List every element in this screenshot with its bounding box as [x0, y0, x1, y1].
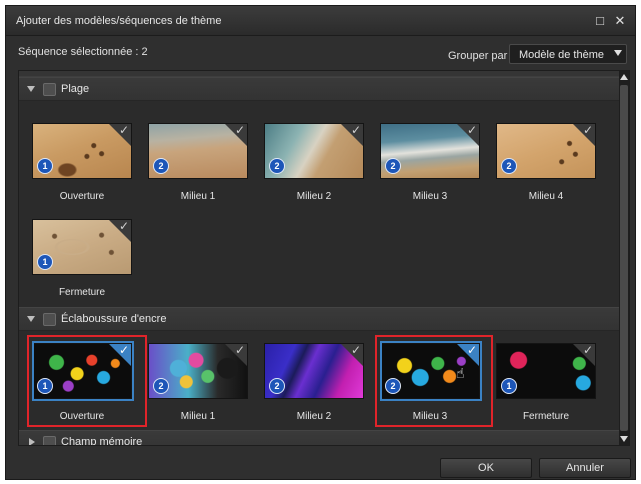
- group-by-value: Modèle de thème: [519, 49, 604, 61]
- item-label: Ouverture: [59, 191, 105, 202]
- section-header-plage[interactable]: Plage: [19, 77, 621, 101]
- check-icon: ✓: [582, 343, 593, 357]
- section-header-ink-splash[interactable]: Éclaboussure d'encre: [19, 307, 621, 331]
- thumbnail[interactable]: ✓ 2: [264, 343, 364, 399]
- sequence-count-badge: 2: [385, 158, 401, 174]
- check-icon: ✓: [234, 123, 245, 137]
- scroll-down-icon[interactable]: [620, 436, 628, 442]
- sequence-count-badge: 1: [37, 254, 53, 270]
- item-label: Milieu 1: [180, 411, 216, 422]
- thumbnail[interactable]: ✓ 2: [496, 123, 596, 179]
- cancel-button[interactable]: Annuler: [539, 458, 631, 478]
- section-checkbox-ink-splash[interactable]: [43, 313, 56, 326]
- theme-item-ink-fermeture[interactable]: ✓ 1 Fermeture: [493, 343, 599, 439]
- theme-dialog: Ajouter des modèles/séquences de thème □…: [5, 5, 636, 480]
- theme-item-ink-milieu-2[interactable]: ✓ 2 Milieu 2: [261, 343, 367, 439]
- group-by-label: Grouper par :: [448, 50, 514, 62]
- check-icon: ✓: [234, 343, 245, 357]
- ok-button[interactable]: OK: [440, 458, 532, 478]
- theme-item-plage-milieu-2[interactable]: ✓ 2 Milieu 2: [261, 123, 367, 219]
- item-label: Fermeture: [522, 411, 570, 422]
- check-icon: ✓: [350, 123, 361, 137]
- check-icon: ✓: [466, 123, 477, 137]
- item-label: Milieu 1: [180, 191, 216, 202]
- group-by-select[interactable]: Modèle de thème: [509, 44, 627, 64]
- theme-item-plage-milieu-4[interactable]: ✓ 2 Milieu 4: [493, 123, 599, 219]
- thumbnail[interactable]: ✓ 2: [148, 343, 248, 399]
- thumbnail[interactable]: ✓ 1: [32, 219, 132, 275]
- scroll-up-icon[interactable]: [620, 74, 628, 80]
- item-label: Fermeture: [58, 287, 106, 298]
- thumbnail[interactable]: ✓ 2: [264, 123, 364, 179]
- sequence-count-badge: 2: [153, 378, 169, 394]
- theme-item-plage-ouverture[interactable]: ✓ 1 Ouverture: [29, 123, 135, 219]
- section-title: Éclaboussure d'encre: [61, 313, 167, 325]
- item-label: Milieu 2: [296, 411, 332, 422]
- expand-arrow-icon[interactable]: [29, 438, 35, 445]
- sequence-count-badge: 2: [269, 158, 285, 174]
- sequence-count-badge: 1: [37, 158, 53, 174]
- section-title: Champ mémoire: [61, 436, 143, 446]
- theme-item-ink-milieu-1[interactable]: ✓ 2 Milieu 1: [145, 343, 251, 439]
- selected-count-label: Séquence sélectionnée : 2: [18, 46, 148, 58]
- title-bar: Ajouter des modèles/séquences de thème □…: [6, 6, 635, 36]
- maximize-icon[interactable]: □: [592, 13, 608, 29]
- hand-cursor-icon: ☝: [456, 365, 465, 381]
- theme-item-plage-fermeture[interactable]: ✓ 1 Fermeture: [29, 219, 135, 315]
- section-title: Plage: [61, 83, 90, 95]
- item-label: Milieu 2: [296, 191, 332, 202]
- check-icon: ✓: [582, 123, 593, 137]
- sequence-count-badge: 1: [501, 378, 517, 394]
- section-checkbox-memory-field[interactable]: [43, 436, 56, 445]
- theme-item-plage-milieu-1[interactable]: ✓ 2 Milieu 1: [145, 123, 251, 219]
- scroll-thumb[interactable]: [620, 85, 628, 431]
- vertical-scrollbar[interactable]: [619, 71, 629, 445]
- thumbnail[interactable]: ✓ 1: [496, 343, 596, 399]
- highlight-box: [375, 335, 493, 427]
- window-title: Ajouter des modèles/séquences de thème: [16, 15, 222, 27]
- thumbnail[interactable]: ✓ 2: [148, 123, 248, 179]
- item-label: Milieu 4: [528, 191, 564, 202]
- theme-item-plage-milieu-3[interactable]: ✓ 2 Milieu 3: [377, 123, 483, 219]
- thumbnail[interactable]: ✓ 2: [380, 123, 480, 179]
- check-icon: ✓: [118, 219, 129, 233]
- item-label: Milieu 3: [412, 191, 448, 202]
- check-icon: ✓: [118, 123, 129, 137]
- section-checkbox-plage[interactable]: [43, 83, 56, 96]
- theme-list[interactable]: Plage ✓ 1 Ouverture ✓ 2 Milieu 1 ✓ 2 Mil…: [18, 70, 630, 446]
- close-icon[interactable]: ✕: [612, 13, 628, 29]
- section-header-memory-field[interactable]: Champ mémoire: [19, 430, 621, 446]
- sequence-count-badge: 2: [153, 158, 169, 174]
- highlight-box: [27, 335, 147, 427]
- expand-arrow-icon[interactable]: [27, 86, 35, 92]
- chevron-down-icon: [614, 50, 622, 56]
- expand-arrow-icon[interactable]: [27, 316, 35, 322]
- sequence-count-badge: 2: [501, 158, 517, 174]
- check-icon: ✓: [350, 343, 361, 357]
- sequence-count-badge: 2: [269, 378, 285, 394]
- thumbnail[interactable]: ✓ 1: [32, 123, 132, 179]
